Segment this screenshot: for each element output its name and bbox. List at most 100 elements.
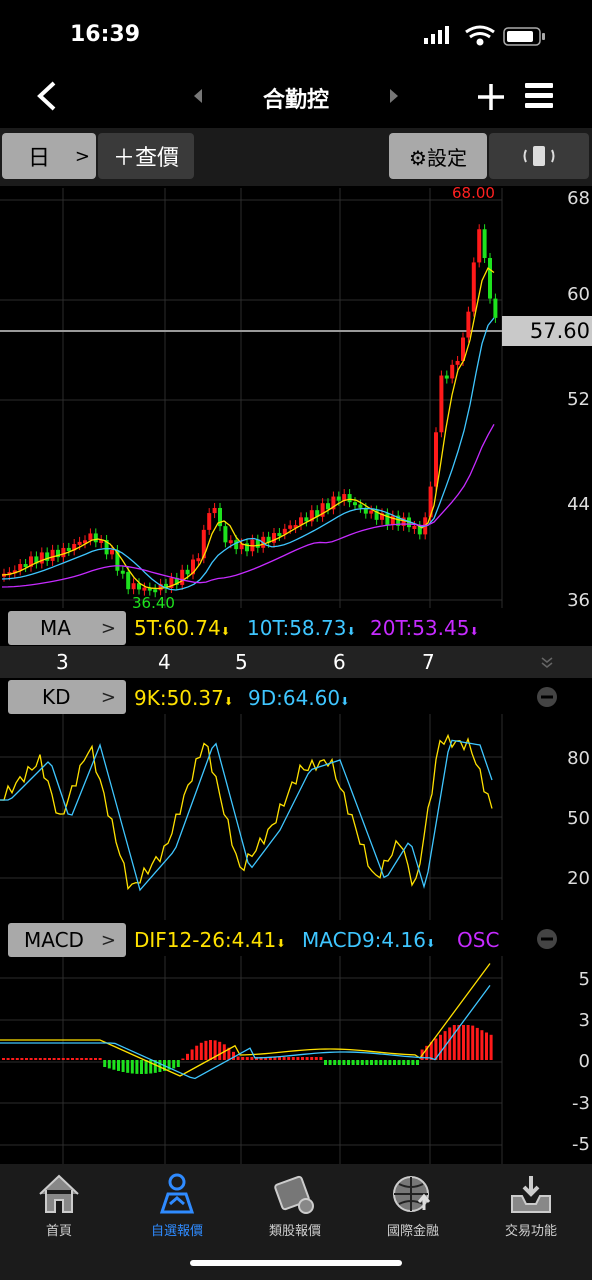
month-label: 3 <box>56 650 69 674</box>
kd-tick: 20 <box>567 868 590 889</box>
osc-bar <box>61 1058 65 1060</box>
osc-bar <box>98 1058 102 1060</box>
osc-bar <box>466 1025 470 1060</box>
chart-area[interactable] <box>0 0 592 1164</box>
tab-sector[interactable]: 類股報價 <box>236 1172 354 1239</box>
osc-bar <box>480 1030 484 1060</box>
osc-bar <box>374 1060 378 1065</box>
candle <box>142 587 147 591</box>
osc-bar <box>204 1040 208 1060</box>
osc-bar <box>351 1060 355 1065</box>
osc-bar <box>209 1040 212 1060</box>
ma-label: MA <box>40 616 71 640</box>
kd-indicator-selector[interactable]: KD > <box>8 680 126 714</box>
osc-bar <box>245 1057 249 1060</box>
macd-indicator-selector[interactable]: MACD > <box>8 923 126 957</box>
candle <box>131 583 136 590</box>
remove-macd-icon[interactable] <box>536 928 558 950</box>
osc-bar <box>365 1060 369 1065</box>
candle <box>228 540 233 544</box>
osc-bar <box>126 1060 130 1073</box>
osc-bar <box>176 1060 180 1068</box>
trade-icon <box>511 1176 551 1213</box>
candle <box>180 569 185 585</box>
candle <box>477 229 482 263</box>
osc-bar <box>121 1060 125 1073</box>
macd-tick: -3 <box>572 1093 590 1114</box>
osc-bar <box>34 1058 38 1060</box>
kd-tick: 50 <box>567 808 590 829</box>
tab-label: 類股報價 <box>268 1224 321 1239</box>
tab-home[interactable]: 首頁 <box>0 1172 118 1239</box>
candle <box>50 549 55 561</box>
price-tick: 68 <box>567 188 590 209</box>
tab-label: 自選報價 <box>150 1224 203 1239</box>
macd-tick: -5 <box>572 1134 590 1155</box>
collapse-icon[interactable] <box>540 655 554 669</box>
osc-bar <box>475 1027 479 1060</box>
current-price-tag: 57.60 <box>502 316 592 346</box>
home-indicator <box>190 1260 402 1266</box>
tab-label: 交易功能 <box>504 1224 557 1239</box>
osc-bar <box>439 1034 442 1060</box>
ma-indicator-selector[interactable]: MA > <box>8 611 126 645</box>
osc-bar <box>333 1060 337 1065</box>
candle <box>185 569 190 575</box>
candle <box>482 229 487 259</box>
candle <box>77 541 82 545</box>
osc-bar <box>190 1049 194 1060</box>
osc-bar <box>140 1060 143 1074</box>
tab-global[interactable]: 國際金融 <box>354 1172 472 1239</box>
osc-value: OSC <box>457 928 500 952</box>
candle <box>126 572 131 590</box>
osc-bar <box>411 1060 415 1065</box>
candle <box>326 503 330 510</box>
macd-chart <box>0 963 493 1080</box>
candle <box>196 558 201 562</box>
osc-bar <box>324 1060 327 1065</box>
k-value: 9K:50.37⬇ <box>134 686 234 710</box>
osc-bar <box>305 1057 309 1060</box>
candle <box>66 547 71 551</box>
macd9-value: MACD9:4.16⬇ <box>302 928 436 952</box>
price-tick: 36 <box>567 590 590 611</box>
osc-bar <box>48 1058 51 1060</box>
osc-bar <box>388 1060 392 1065</box>
kd-chart <box>0 733 493 892</box>
osc-bar <box>38 1058 42 1060</box>
remove-kd-icon[interactable] <box>536 686 558 708</box>
candle <box>493 298 498 318</box>
tab-trade[interactable]: 交易功能 <box>472 1172 590 1239</box>
osc-bar <box>337 1060 341 1065</box>
osc-bar <box>296 1057 300 1060</box>
candle <box>488 258 492 299</box>
candle <box>207 513 212 530</box>
osc-bar <box>195 1045 199 1060</box>
price-tick: 44 <box>567 494 590 515</box>
month-label: 5 <box>235 650 248 674</box>
osc-bar <box>25 1058 28 1060</box>
candle <box>385 513 390 525</box>
osc-bar <box>370 1060 373 1065</box>
home-icon <box>39 1174 79 1213</box>
price-chart <box>0 224 502 598</box>
osc-bar <box>278 1057 281 1060</box>
osc-bar <box>199 1042 203 1060</box>
osc-bar <box>15 1058 19 1060</box>
candle <box>88 533 93 541</box>
osc-bar <box>11 1058 15 1060</box>
month-axis <box>0 646 592 678</box>
osc-bar <box>181 1058 185 1061</box>
osc-bar <box>471 1025 475 1060</box>
tab-watchlist[interactable]: 自選報價 <box>118 1172 236 1239</box>
osc-bar <box>29 1058 33 1060</box>
osc-bar <box>52 1058 56 1060</box>
osc-bar <box>310 1057 314 1060</box>
osc-bar <box>393 1060 396 1065</box>
candle <box>93 533 98 543</box>
candle <box>153 589 158 593</box>
kd-tick: 80 <box>567 748 590 769</box>
osc-bar <box>397 1060 401 1065</box>
price-tick: 60 <box>567 284 590 305</box>
osc-bar <box>406 1060 410 1065</box>
